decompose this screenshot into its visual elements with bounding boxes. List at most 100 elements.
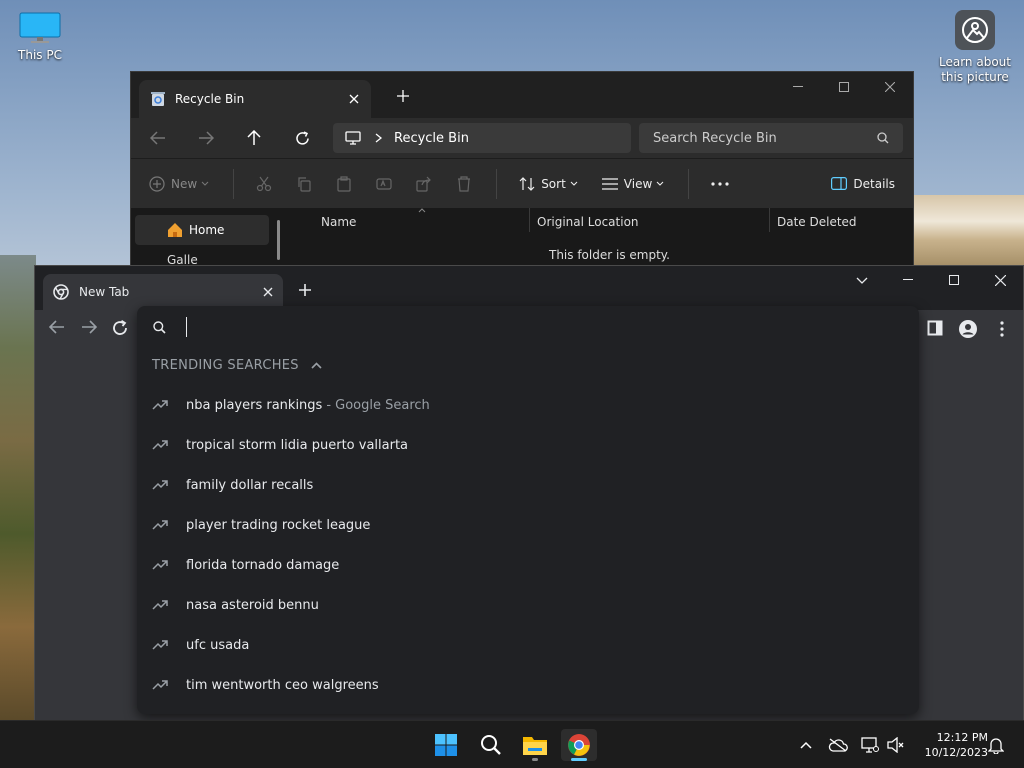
refresh-icon[interactable] [285,123,319,153]
trending-arrow-icon [152,440,168,450]
view-label: View [623,176,653,191]
sort-button[interactable]: Sort [519,169,578,199]
omnibox[interactable] [137,306,919,348]
column-divider[interactable] [769,208,770,232]
home-icon [167,222,183,238]
tab-search-chevron-icon[interactable] [839,266,885,294]
column-header-original-location[interactable]: Original Location [537,208,639,236]
details-button[interactable]: Details [831,169,895,199]
more-options-button[interactable] [711,169,729,199]
explorer-search-placeholder: Search Recycle Bin [653,130,777,146]
suggestion-item[interactable]: nba players rankings - Google Search [137,385,919,425]
column-divider[interactable] [529,208,530,232]
learn-label-line1: Learn about [939,55,1011,69]
maximize-button[interactable] [931,266,977,294]
copy-icon [296,176,312,192]
new-button[interactable]: New [149,169,209,199]
trending-arrow-icon [152,560,168,570]
back-arrow-icon[interactable] [49,320,67,338]
close-button[interactable] [867,72,913,102]
side-panel-icon[interactable] [927,320,945,338]
new-label: New [171,176,198,191]
paste-button[interactable] [336,169,352,199]
suggestion-item[interactable]: family dollar recalls [137,465,919,505]
wallpaper-hills [0,255,36,720]
taskbar-chrome[interactable] [561,729,597,761]
chrome-titlebar: New Tab [35,266,1023,310]
address-bar[interactable]: Recycle Bin [333,123,631,153]
chevron-right-icon [375,133,382,143]
suggestion-item[interactable]: tropical storm lidia puerto vallarta [137,425,919,465]
chevron-down-icon [656,181,664,186]
scissors-icon [256,176,272,192]
cut-button[interactable] [256,169,272,199]
nav-scrollbar[interactable] [277,220,280,260]
close-tab-icon[interactable] [349,94,359,104]
chrome-tab-icon [53,284,69,300]
maximize-button[interactable] [821,72,867,102]
explorer-tab-label: Recycle Bin [175,92,245,106]
profile-avatar-icon[interactable] [959,320,977,338]
column-header-name[interactable]: Name [321,208,356,236]
back-arrow-icon[interactable] [141,123,175,153]
clock-date: 10/12/2023 [924,746,988,759]
suggestion-text: ufc usada [186,637,250,653]
suggestion-suffix: - Google Search [326,397,430,413]
running-indicator [532,758,538,761]
desktop-icon-learn-about-picture[interactable]: Learn about this picture [938,10,1012,85]
explorer-search-box[interactable]: Search Recycle Bin [639,123,903,153]
copy-button[interactable] [296,169,312,199]
suggestion-item[interactable]: ufc usada [137,625,919,665]
suggestion-item[interactable]: tim wentworth ceo walgreens [137,665,919,705]
rename-button[interactable] [376,169,392,199]
chevron-up-icon[interactable] [796,735,816,755]
omnibox-dropdown: TRENDING SEARCHES nba players rankings -… [137,306,919,714]
close-button[interactable] [977,266,1023,294]
nav-item-home[interactable]: Home [135,215,269,245]
share-icon [416,176,432,192]
ellipsis-icon [711,181,729,186]
up-arrow-icon[interactable] [237,123,271,153]
toolbar-divider [233,168,235,199]
volume-muted-icon[interactable] [886,735,906,755]
taskbar-file-explorer[interactable] [517,729,553,761]
close-tab-icon[interactable] [263,287,273,297]
view-button[interactable]: View [601,169,664,199]
explorer-tab-recycle-bin[interactable]: Recycle Bin [139,80,371,118]
camera-spotlight-icon [955,10,995,50]
desktop-icon-this-pc[interactable]: This PC [10,10,70,62]
taskbar-search-button[interactable] [473,729,509,761]
chrome-tab-new-tab[interactable]: New Tab [43,274,283,310]
nav-home-label: Home [189,223,225,237]
trending-arrow-icon [152,520,168,530]
share-button[interactable] [416,169,432,199]
sort-arrows-icon [519,176,535,192]
toolbar-divider [688,168,690,199]
chrome-icon [567,733,591,757]
suggestion-item[interactable]: player trading rocket league [137,505,919,545]
computer-icon [345,131,361,145]
learn-label-line2: this picture [941,70,1009,84]
reload-icon[interactable] [112,320,130,338]
notification-bell-icon[interactable] [986,735,1006,755]
suggestion-text: tropical storm lidia puerto vallarta [186,437,409,453]
minimize-button[interactable] [885,266,931,294]
kebab-menu-icon[interactable] [993,320,1011,338]
forward-arrow-icon[interactable] [189,123,223,153]
onedrive-offline-icon[interactable] [828,735,848,755]
new-tab-plus-icon[interactable] [295,280,315,300]
minimize-button[interactable] [775,72,821,102]
column-header-date-deleted[interactable]: Date Deleted [777,208,857,236]
suggestion-item[interactable]: florida tornado damage [137,545,919,585]
new-tab-plus-icon[interactable] [393,86,413,106]
trending-searches-header[interactable]: TRENDING SEARCHES [152,358,322,373]
network-icon[interactable] [860,735,880,755]
details-pane-icon [831,177,848,190]
forward-arrow-icon[interactable] [81,320,99,338]
omnibox-input[interactable] [187,314,787,340]
delete-button[interactable] [456,169,472,199]
start-button[interactable] [428,729,464,761]
trending-arrow-icon [152,480,168,490]
system-clock[interactable]: 12:12 PM 10/12/2023 [916,730,988,760]
suggestion-item[interactable]: nasa asteroid bennu [137,585,919,625]
